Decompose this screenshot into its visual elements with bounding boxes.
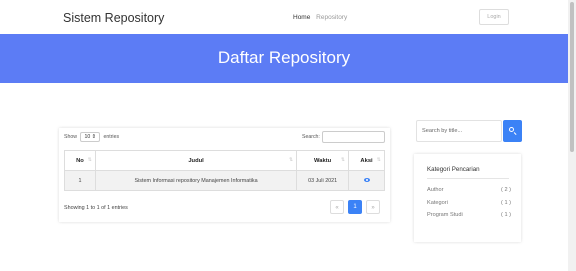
brand-title[interactable]: Sistem Repository — [63, 11, 164, 25]
entries-value: 10 — [84, 134, 91, 140]
navbar: Sistem Repository Home Repository Login — [0, 0, 568, 33]
category-title: Kategori Pencarian — [427, 166, 480, 173]
table-search-input[interactable] — [322, 131, 385, 143]
column-header-no[interactable]: No ⇅ — [64, 150, 96, 171]
column-header-waktu[interactable]: Waktu ⇅ — [296, 150, 350, 171]
category-item-author[interactable]: Author ( 2 ) — [427, 187, 511, 193]
entries-label: entries — [103, 134, 120, 140]
category-count: ( 1 ) — [501, 212, 511, 218]
show-label: Show — [64, 134, 77, 140]
cell-aksi — [348, 170, 385, 191]
select-arrows-icon: ⇕ — [91, 134, 97, 140]
pagination-page-button[interactable]: 1 — [348, 200, 362, 214]
pagination-prev-button[interactable]: « — [330, 200, 344, 214]
cell-judul: Sistem Informasi repository Manajemen In… — [94, 170, 298, 191]
scrollbar-thumb[interactable] — [570, 2, 574, 152]
category-count: ( 2 ) — [501, 187, 511, 193]
sort-icon: ⇅ — [340, 157, 346, 163]
sort-icon: ⇅ — [289, 157, 294, 163]
sort-icon: ⇅ — [376, 157, 381, 163]
pagination-next-button[interactable]: » — [366, 200, 380, 214]
category-item-program-studi[interactable]: Program Studi ( 1 ) — [427, 212, 511, 218]
eye-icon[interactable] — [363, 177, 370, 182]
repository-table: No ⇅ Judul ⇅ Waktu ⇅ Aksi ⇅ 1 Sistem Informa… — [64, 150, 385, 191]
divider — [427, 178, 509, 179]
table-row: 1 Sistem Informasi repository Manajemen … — [64, 170, 385, 191]
hero-banner: Daftar Repository — [0, 34, 568, 83]
category-item-kategori[interactable]: Kategori ( 1 ) — [427, 200, 511, 206]
category-count: ( 1 ) — [501, 200, 511, 206]
login-button[interactable]: Login — [479, 9, 509, 25]
show-entries-control: Show 10 ⇕ entries — [64, 132, 119, 142]
table-header-row: No ⇅ Judul ⇅ Waktu ⇅ Aksi ⇅ — [64, 150, 385, 171]
nav-link-repository[interactable]: Repository — [316, 14, 347, 21]
cell-no: 1 — [64, 170, 96, 191]
search-label: Search: — [302, 134, 320, 140]
column-header-judul[interactable]: Judul ⇅ — [94, 150, 298, 171]
search-button[interactable] — [503, 120, 522, 142]
search-icon — [509, 127, 514, 132]
table-info: Showing 1 to 1 of 1 entries — [64, 205, 128, 211]
nav-links: Home Repository — [293, 14, 351, 21]
title-search-input[interactable]: Search by title... — [416, 120, 502, 142]
sort-icon: ⇅ — [87, 157, 92, 163]
column-header-aksi[interactable]: Aksi ⇅ — [348, 150, 385, 171]
cell-waktu: 03 Juli 2021 — [296, 170, 350, 191]
nav-link-home[interactable]: Home — [293, 14, 310, 21]
page-title: Daftar Repository — [217, 48, 351, 67]
entries-select[interactable]: 10 ⇕ — [80, 132, 101, 142]
